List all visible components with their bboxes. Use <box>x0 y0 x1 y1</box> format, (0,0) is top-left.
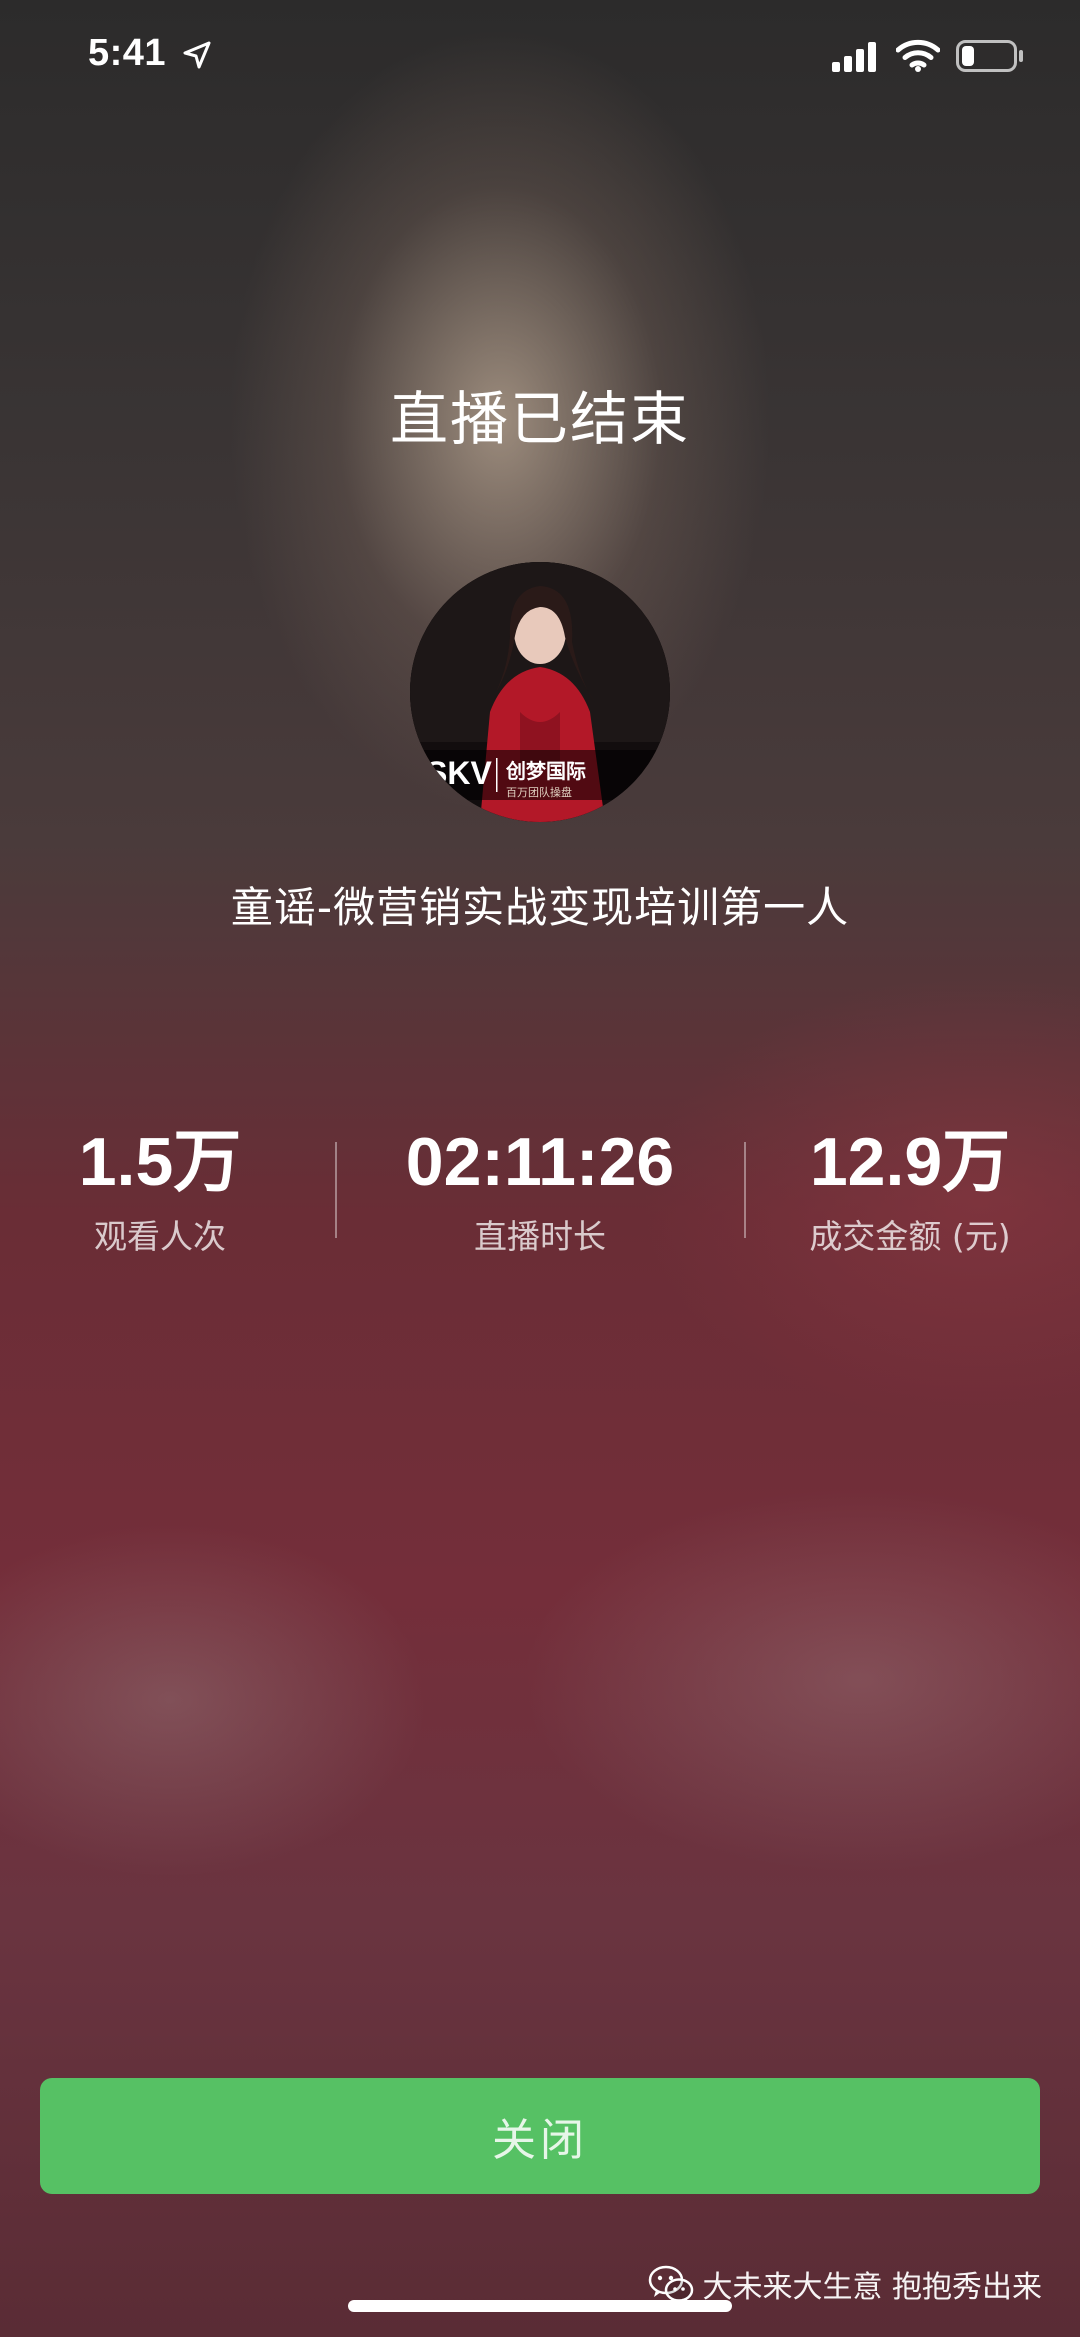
stat-label: 直播时长 <box>474 1217 606 1256</box>
watermark-text: 大未来大生意 抱抱秀出来 <box>702 2270 1042 2305</box>
stat-value: 02:11:26 <box>405 1124 675 1200</box>
avatar-slogan-text: 百万团队操盘 <box>506 785 572 799</box>
status-bar: 5:41 <box>0 0 1080 120</box>
stat-viewers: 1.5万 观看人次 <box>0 1120 320 1258</box>
stat-duration: 02:11:26 直播时长 <box>380 1120 700 1258</box>
stat-divider <box>744 1142 746 1238</box>
stat-sales: 12.9万 成交金额 (元) <box>750 1120 1070 1258</box>
stat-value: 12.9万 <box>809 1124 1011 1200</box>
avatar-logo-text: SKV <box>426 755 492 791</box>
stat-divider <box>335 1142 337 1238</box>
host-name: 童谣-微营销实战变现培训第一人 <box>230 883 850 932</box>
avatar-image: SKV 创梦国际 百万团队操盘 <box>410 562 670 822</box>
avatar-brand-text: 创梦国际 <box>505 759 586 783</box>
live-ended-screen: 5:41 直播已结束 SKV 创梦国际 百万团队操盘 童谣-微营销实战变现培训第… <box>0 0 1080 2337</box>
battery-low-icon <box>956 40 1023 72</box>
cellular-signal-icon <box>832 42 876 72</box>
status-time: 5:41 <box>88 32 167 74</box>
close-button[interactable]: 关闭 <box>40 2078 1040 2194</box>
live-stats: 1.5万 观看人次 02:11:26 直播时长 12.9万 成交金额 (元) <box>0 1120 1080 1280</box>
location-arrow-icon <box>183 41 211 69</box>
stat-label: 成交金额 (元) <box>809 1217 1011 1256</box>
home-indicator[interactable] <box>348 2300 732 2312</box>
stat-label: 观看人次 <box>94 1217 226 1256</box>
host-avatar[interactable]: SKV 创梦国际 百万团队操盘 <box>410 562 670 822</box>
stat-value: 1.5万 <box>78 1124 242 1200</box>
wechat-icon <box>649 2265 694 2303</box>
live-ended-title: 直播已结束 <box>389 385 690 453</box>
wifi-icon <box>896 39 940 72</box>
